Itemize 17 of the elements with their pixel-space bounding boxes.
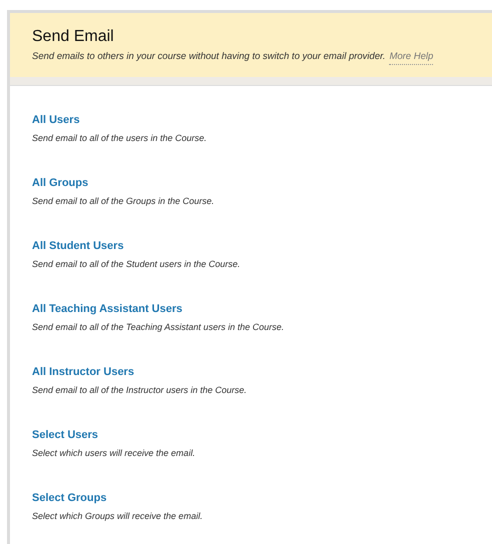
recipient-option-link[interactable]: All Instructor Users	[32, 365, 134, 380]
recipient-option-link[interactable]: All Groups	[32, 176, 88, 190]
recipient-option-link[interactable]: Select Groups	[32, 491, 107, 506]
recipient-option-link[interactable]: Select Users	[32, 428, 98, 442]
page-title: Send Email	[32, 27, 115, 47]
option-description: Select which Groups will receive the email.	[32, 510, 204, 522]
option-description: Send email to all of the Instructor users in the Course.	[32, 384, 248, 396]
option-description: Send email to all of the users in the Course.	[32, 132, 208, 144]
option-description: Select which users will receive the email.	[32, 447, 196, 460]
option-description: Send email to all of the Teaching Assistant users in the Course.	[32, 321, 285, 334]
option-description: Send email to all of the Groups in the Course.	[32, 195, 216, 208]
option-description: Send email to all of the Student users in the Course.	[32, 258, 242, 270]
recipient-option-link[interactable]: All Teaching Assistant Users	[32, 302, 182, 316]
more-help-link[interactable]: More Help	[389, 50, 434, 66]
recipient-option-link[interactable]: All Student Users	[32, 239, 124, 254]
recipient-option-link[interactable]: All Users	[32, 113, 80, 128]
page-description: Send emails to others in your course without having to switch to your email provider.	[32, 50, 386, 64]
